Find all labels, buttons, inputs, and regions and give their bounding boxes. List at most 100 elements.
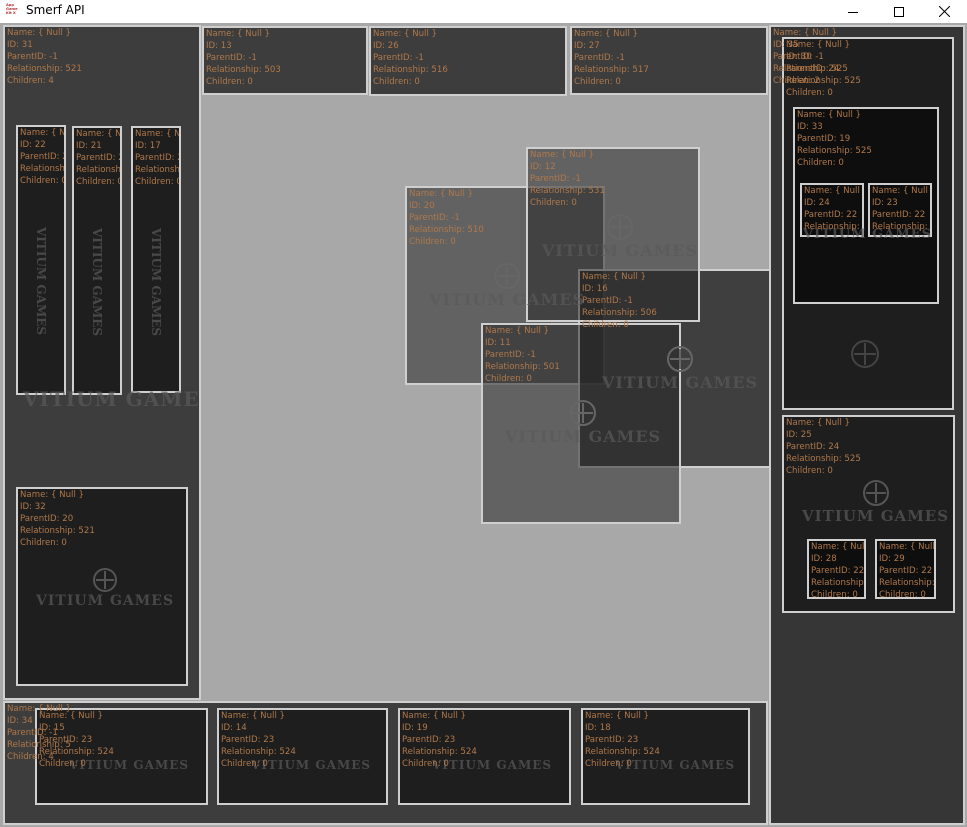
node-info: Name: { Null } ID: 29 ParentID: 22 Relat… <box>879 541 934 599</box>
node-parent-id: ParentID: 22 <box>804 210 858 220</box>
node-panel-28[interactable]: Name: { Null } ID: 28 ParentID: 22 Relat… <box>807 539 866 599</box>
node-parent-id: ParentID: 22 <box>879 566 933 576</box>
node-id: ID: 22 <box>20 140 46 150</box>
node-relationship: Relationship: 510 <box>409 225 484 235</box>
emblem-icon <box>667 346 694 372</box>
minimize-button[interactable] <box>830 0 876 23</box>
node-parent-id: ParentID: 2 <box>76 153 122 163</box>
node-info: Name: { Null } ID: 31 ParentID: -1 Relat… <box>7 27 82 87</box>
watermark-logo: VITIUM GAMES <box>429 262 585 309</box>
node-info: Name: { Null } ID: 32 ParentID: 20 Relat… <box>20 489 95 549</box>
node-info: Name: { Null } ID: 28 ParentID: 22 Relat… <box>811 541 866 599</box>
node-id: ID: 27 <box>574 41 600 51</box>
node-parent-id: ParentID: 23 <box>402 735 456 745</box>
node-name: Name: { Null } <box>20 128 66 138</box>
node-name: Name: { Null } <box>409 189 474 199</box>
node-panel-17[interactable]: Name: { Null } ID: 17 ParentID: 2 Relati… <box>131 126 181 393</box>
node-panel-29[interactable]: Name: { Null } ID: 29 ParentID: 22 Relat… <box>875 539 936 599</box>
node-id: ID: 14 <box>221 723 247 733</box>
node-children: Children: 0 <box>76 177 122 187</box>
node-relationship: Relationship: 531 <box>530 186 605 196</box>
node-name: Name: { Null } <box>135 129 181 139</box>
node-relationship: Relationship: 5 <box>872 222 932 232</box>
node-panel-13[interactable]: Name: { Null } ID: 13 ParentID: -1 Relat… <box>202 26 368 95</box>
node-name: Name: { Null } <box>811 542 866 552</box>
node-info: Name: { Null } ID: 11 ParentID: -1 Relat… <box>485 325 560 385</box>
node-id: ID: 24 <box>804 198 830 208</box>
node-relationship: Relationship: 506 <box>582 308 657 318</box>
node-panel-18[interactable]: Name: { Null } ID: 18 ParentID: 23 Relat… <box>581 708 750 805</box>
maximize-button[interactable] <box>876 0 922 23</box>
emblem-icon <box>93 568 118 592</box>
node-info: Name: { Null } ID: 33 ParentID: 19 Relat… <box>797 109 872 169</box>
emblem-icon <box>570 400 597 426</box>
node-panel-32[interactable]: Name: { Null } ID: 32 ParentID: 20 Relat… <box>16 487 188 686</box>
watermark-logo: VITIUM GAMES <box>505 399 661 446</box>
node-relationship: Relationship: 524 <box>39 747 114 757</box>
app-icon-line: Kit X <box>6 11 16 15</box>
node-parent-id: ParentID: -1 <box>373 53 424 63</box>
node-parent-id: ParentID: -1 <box>7 52 58 62</box>
node-parent-id: ParentID: 23 <box>585 735 639 745</box>
node-panel-15[interactable]: Name: { Null } ID: 15 ParentID: 23 Relat… <box>35 708 208 805</box>
node-info: Name: { Null } ID: 13 ParentID: -1 Relat… <box>206 28 281 88</box>
node-id: ID: 19 <box>402 723 428 733</box>
watermark-logo: VITIUM GAMES <box>802 479 949 525</box>
window-title: Smerf API <box>26 3 85 17</box>
node-relationship: Relationship: 517 <box>574 65 649 75</box>
node-children: Children: 0 <box>20 176 66 186</box>
node-name: Name: { Null } <box>20 490 85 500</box>
title-bar[interactable]: App Game Kit X Smerf API <box>0 0 967 23</box>
node-id: ID: 18 <box>585 723 611 733</box>
canvas-area[interactable]: Name: { Null } ID: 31 ParentID: -1 Relat… <box>0 23 967 827</box>
node-parent-id: ParentID: 24 <box>786 442 840 452</box>
node-panel-22[interactable]: Name: { Null } ID: 22 ParentID: 21 Relat… <box>16 125 66 395</box>
node-panel-27[interactable]: Name: { Null } ID: 27 ParentID: -1 Relat… <box>570 26 768 95</box>
node-id: ID: 16 <box>582 284 608 294</box>
node-id: ID: 30 <box>786 52 812 62</box>
node-info: Name: { Null } ID: 20 ParentID: -1 Relat… <box>409 188 484 248</box>
close-icon <box>938 6 950 17</box>
node-id: ID: 25 <box>786 430 812 440</box>
node-name: Name: { Null } <box>39 711 104 721</box>
node-panel-23[interactable]: Name: { Null } ID: 23 ParentID: 22 Relat… <box>868 183 932 237</box>
node-children: Children: 0 <box>879 590 926 599</box>
emblem-icon <box>862 480 889 506</box>
node-info: Name: { Null } ID: 16 ParentID: -1 Relat… <box>582 271 657 331</box>
node-panel-26[interactable]: Name: { Null } ID: 26 ParentID: -1 Relat… <box>369 26 567 96</box>
node-name: Name: { Null } <box>530 150 595 160</box>
node-parent-id: ParentID: 22 <box>872 210 926 220</box>
emblem-icon <box>494 263 521 289</box>
node-name: Name: { Null } <box>206 29 271 39</box>
maximize-icon <box>894 6 904 17</box>
node-relationship: Relationship: 503 <box>206 65 281 75</box>
app-icon: App Game Kit X <box>6 3 20 19</box>
node-id: ID: 11 <box>485 338 511 348</box>
node-panel-21[interactable]: Name: { Null } ID: 21 ParentID: 2 Relati… <box>72 126 122 395</box>
node-name: Name: { Null } <box>773 28 838 38</box>
node-id: ID: 26 <box>373 41 399 51</box>
node-info: Name: { Null } ID: 15 ParentID: 23 Relat… <box>39 710 114 770</box>
node-parent-id: ParentID: -1 <box>409 213 460 223</box>
node-children: Children: 0 <box>811 590 858 599</box>
node-children: Children: 0 <box>373 77 420 87</box>
node-panel-19[interactable]: Name: { Null } ID: 19 ParentID: 23 Relat… <box>398 708 571 805</box>
node-info: Name: { Null } ID: 22 ParentID: 21 Relat… <box>20 127 66 187</box>
node-id: ID: 13 <box>206 41 232 51</box>
node-parent-id: ParentID: -1 <box>582 296 633 306</box>
node-relationship: Relationship: 516 <box>373 65 448 75</box>
node-relationship: Relationship: 5 <box>76 165 121 175</box>
close-button[interactable] <box>921 0 967 23</box>
node-name: Name: { Null } <box>574 29 639 39</box>
node-panel-14[interactable]: Name: { Null } ID: 14 ParentID: 23 Relat… <box>217 708 388 805</box>
watermark-text: VITIUM GAMES <box>505 427 662 446</box>
node-info: Name: { Null } ID: 18 ParentID: 23 Relat… <box>585 710 660 770</box>
node-id: ID: 20 <box>409 201 435 211</box>
node-parent-id: ParentID: -1 <box>485 350 536 360</box>
node-name: Name: { Null } <box>7 28 72 38</box>
node-info: Name: { Null } ID: 26 ParentID: -1 Relat… <box>373 28 448 88</box>
node-panel-24[interactable]: Name: { Null } ID: 24 ParentID: 22 Relat… <box>800 183 864 237</box>
node-info: Name: { Null } ID: 14 ParentID: 23 Relat… <box>221 710 296 770</box>
node-id: ID: 33 <box>797 122 823 132</box>
node-parent-id: ParentID: 23 <box>39 735 93 745</box>
